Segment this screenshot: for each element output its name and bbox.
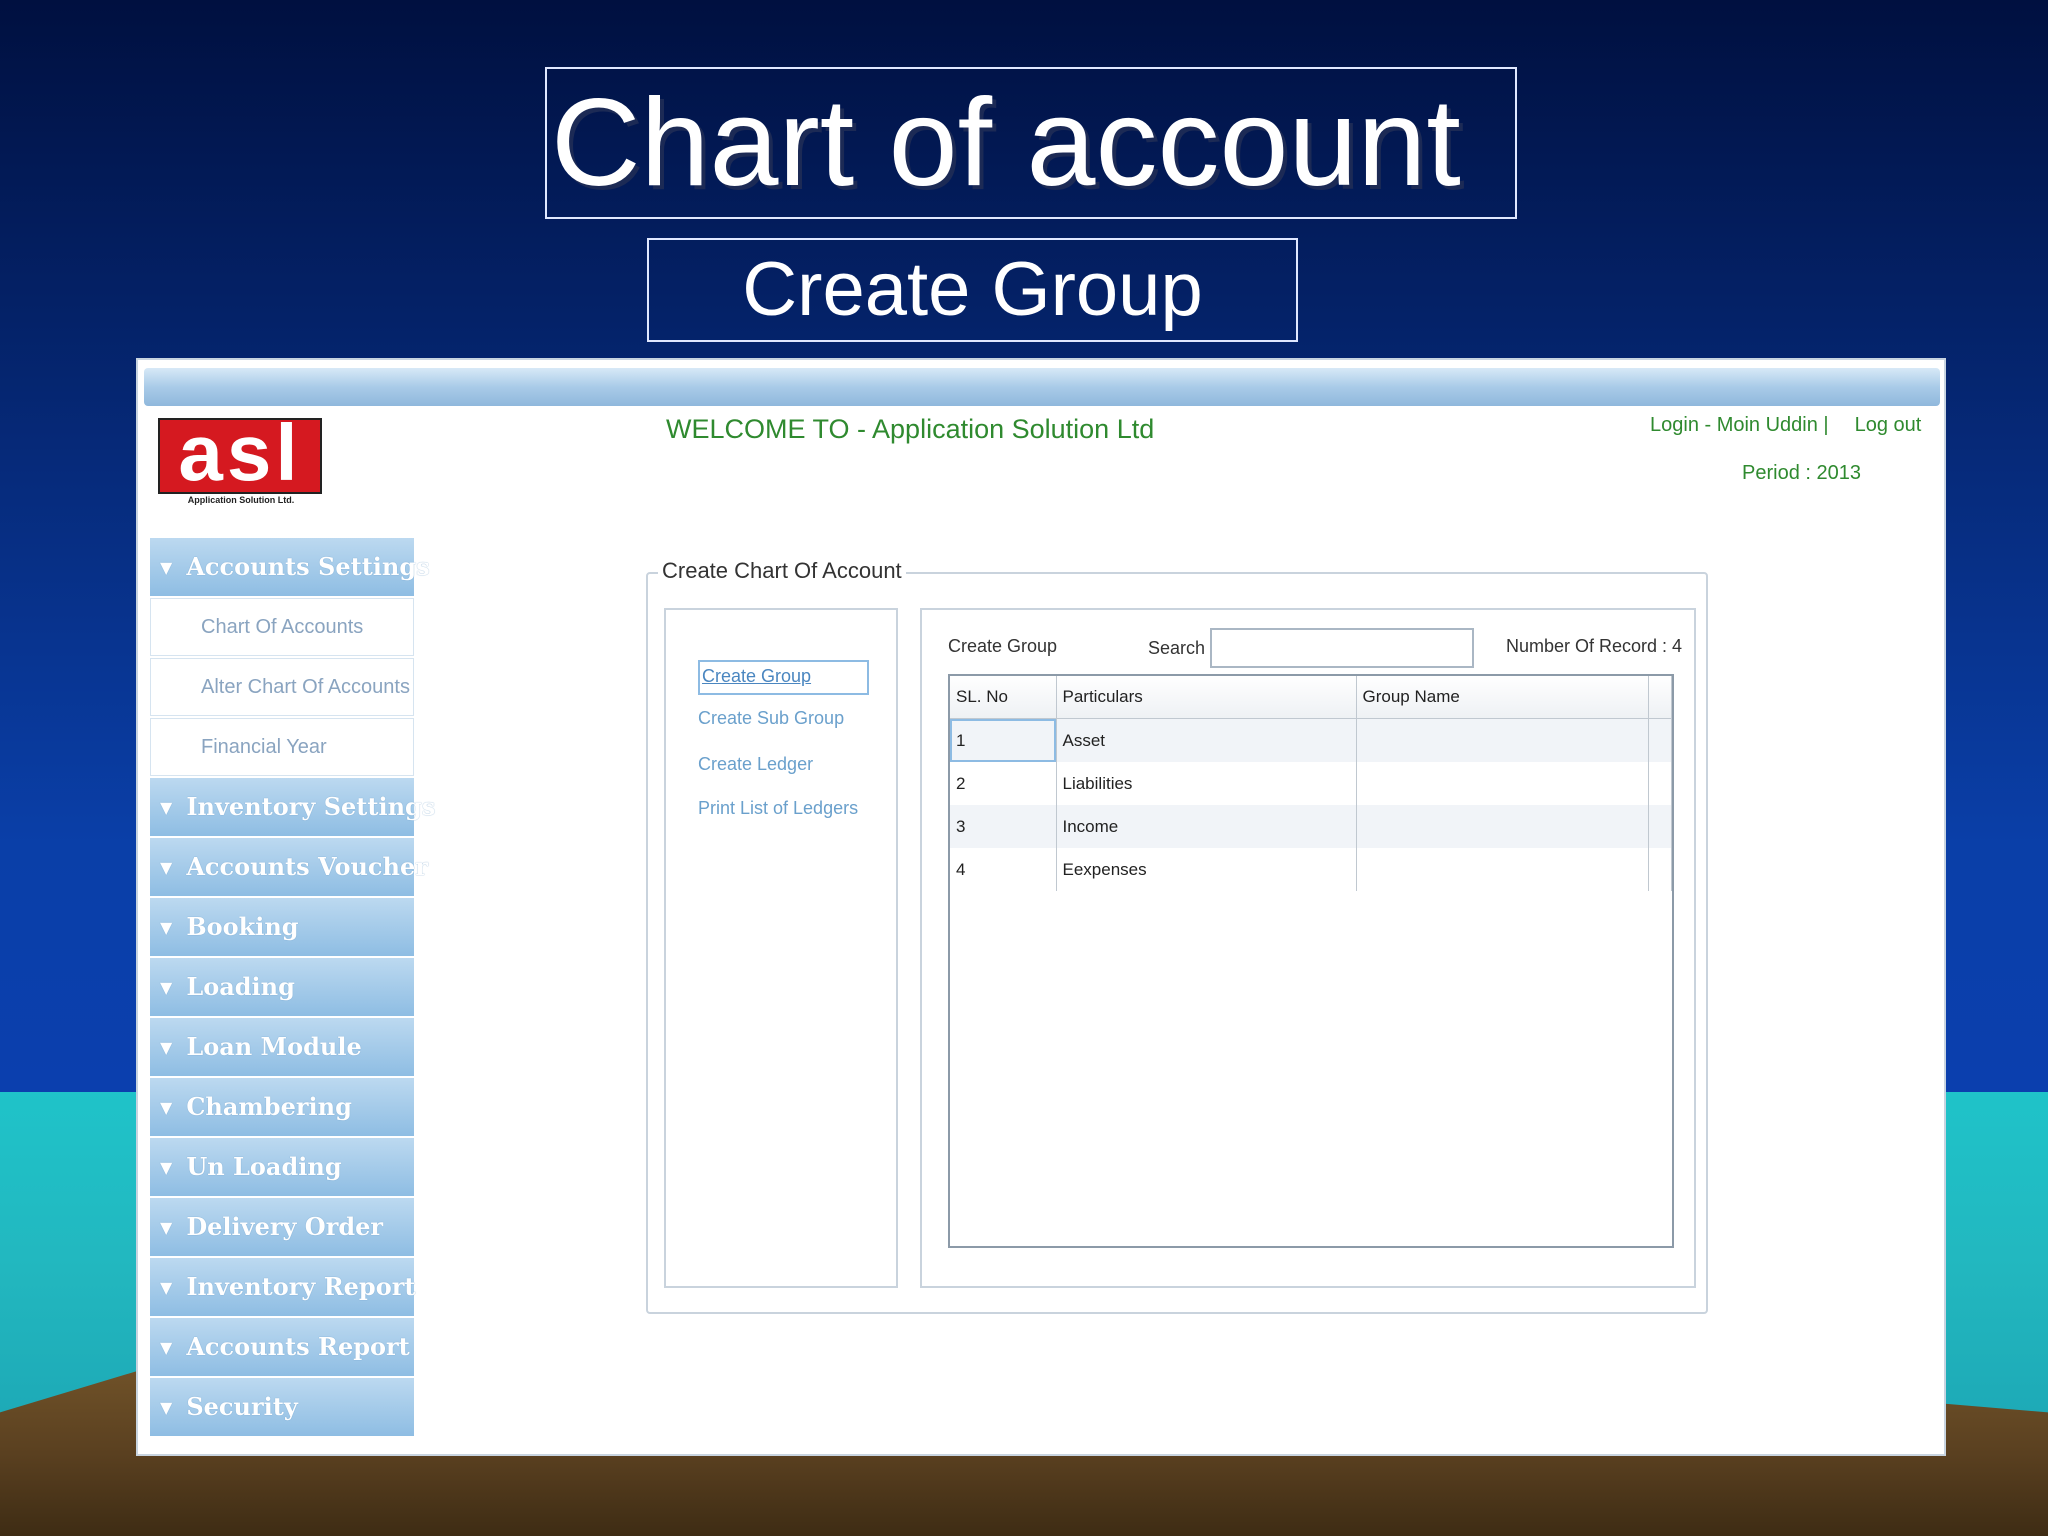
triangle-down-icon: ▼: [160, 798, 173, 817]
login-user: Login - Moin Uddin |: [1650, 414, 1829, 436]
fieldset-legend: Create Chart Of Account: [658, 558, 906, 584]
triangle-down-icon: ▼: [160, 558, 173, 577]
sidebar-section-label: Loan Module: [186, 1032, 362, 1061]
cell-sl-no[interactable]: 2: [950, 762, 1057, 805]
cell-group-name[interactable]: [1356, 762, 1649, 805]
column-header-particulars[interactable]: Particulars: [1056, 676, 1357, 719]
triangle-down-icon: ▼: [160, 1278, 173, 1297]
search-label: Search: [1148, 638, 1206, 658]
cell-sl-no[interactable]: 4: [950, 848, 1057, 891]
welcome-text: WELCOME TO - Application Solution Ltd: [666, 414, 1155, 444]
sidebar-section-label: Loading: [186, 972, 295, 1001]
sidebar-section-label: Inventory Report: [186, 1272, 416, 1301]
cell-blank: [1648, 805, 1672, 848]
cell-particulars[interactable]: Liabilities: [1056, 762, 1357, 805]
table-row[interactable]: 3 Income: [950, 805, 1672, 848]
sidebar-section-loading[interactable]: ▼ Loading: [150, 958, 414, 1016]
cell-group-name[interactable]: [1356, 805, 1649, 848]
cell-group-name[interactable]: [1356, 718, 1649, 762]
sidebar-section-label: Accounts Settings: [186, 552, 430, 581]
sidebar-section-label: Inventory Settings: [186, 792, 436, 821]
column-header-blank: [1648, 676, 1672, 719]
sidebar-section-delivery-order[interactable]: ▼ Delivery Order: [150, 1198, 414, 1256]
period-label: Period : 2013: [1742, 462, 1861, 484]
sidebar-section-inventory-report[interactable]: ▼ Inventory Report: [150, 1258, 416, 1316]
cell-blank: [1648, 848, 1672, 891]
sidebar-section-chambering[interactable]: ▼ Chambering: [150, 1078, 414, 1136]
sidebar-section-loan-module[interactable]: ▼ Loan Module: [150, 1018, 414, 1076]
cell-group-name[interactable]: [1356, 848, 1649, 891]
cell-particulars[interactable]: Eexpenses: [1056, 848, 1357, 891]
sidebar-section-label: Accounts Voucher: [186, 852, 428, 881]
create-chart-fieldset: Create Chart Of Account Create Group Cre…: [646, 558, 1708, 1314]
sidebar-section-inventory-settings[interactable]: ▼ Inventory Settings: [150, 778, 435, 836]
sidebar: ▼ Accounts Settings Chart Of Accounts Alt…: [150, 538, 435, 1438]
sidebar-item-chart-of-accounts[interactable]: Chart Of Accounts: [150, 598, 414, 656]
app-top-bar: [144, 368, 1940, 406]
logout-link[interactable]: Log out: [1855, 414, 1922, 436]
record-count: Number Of Record : 4: [1506, 636, 1683, 656]
sidebar-section-label: Chambering: [186, 1092, 352, 1121]
slide-title: Chart of account: [545, 67, 1517, 219]
triangle-down-icon: ▼: [160, 1158, 173, 1177]
sidebar-section-label: Security: [186, 1392, 298, 1421]
sidebar-section-booking[interactable]: ▼ Booking: [150, 898, 414, 956]
sidebar-section-label: Un Loading: [186, 1152, 342, 1181]
group-table: SL. No Particulars Group Name 1 Asset 2 …: [948, 674, 1674, 1248]
cell-blank: [1648, 762, 1672, 805]
link-create-sub-group[interactable]: Create Sub Group: [698, 708, 844, 729]
cell-blank: [1648, 718, 1672, 762]
triangle-down-icon: ▼: [160, 978, 173, 997]
cell-particulars[interactable]: Asset: [1056, 718, 1357, 762]
cell-sl-no[interactable]: 3: [950, 805, 1057, 848]
sidebar-section-un-loading[interactable]: ▼ Un Loading: [150, 1138, 414, 1196]
logo-mark: asl: [158, 413, 322, 494]
search-input[interactable]: [1210, 628, 1474, 668]
table-row[interactable]: 1 Asset: [950, 718, 1672, 762]
panel-title: Create Group: [948, 636, 1058, 656]
sidebar-item-financial-year[interactable]: Financial Year: [150, 718, 414, 776]
triangle-down-icon: ▼: [160, 918, 173, 937]
table-header-row: SL. No Particulars Group Name: [950, 676, 1672, 719]
table-row[interactable]: 2 Liabilities: [950, 762, 1672, 805]
sidebar-section-label: Booking: [186, 912, 299, 941]
column-header-group-name[interactable]: Group Name: [1356, 676, 1649, 719]
column-header-sl-no[interactable]: SL. No: [950, 676, 1057, 719]
triangle-down-icon: ▼: [160, 1038, 173, 1057]
sidebar-section-accounts-voucher[interactable]: ▼ Accounts Voucher: [150, 838, 428, 896]
sidebar-section-security[interactable]: ▼ Security: [150, 1378, 414, 1436]
table-row[interactable]: 4 Eexpenses: [950, 848, 1672, 891]
triangle-down-icon: ▼: [160, 1338, 173, 1357]
sidebar-section-accounts-settings[interactable]: ▼ Accounts Settings: [150, 538, 430, 596]
triangle-down-icon: ▼: [160, 1098, 173, 1117]
link-print-list-of-ledgers[interactable]: Print List of Ledgers: [698, 798, 858, 819]
group-list-panel: Create Group Search Number Of Record : 4…: [920, 608, 1696, 1288]
app-screenshot: asl Application Solution Ltd. WELCOME TO…: [136, 358, 1946, 1456]
company-logo: asl Application Solution Ltd.: [158, 413, 324, 506]
sidebar-section-label: Accounts Report: [186, 1332, 410, 1361]
group-links-panel: Create Group Create Sub Group Create Led…: [664, 608, 898, 1288]
sidebar-section-label: Delivery Order: [186, 1212, 384, 1241]
slide-subtitle: Create Group: [647, 238, 1298, 342]
link-create-group[interactable]: Create Group: [698, 660, 870, 695]
user-bar: Login - Moin Uddin | Log out: [1650, 414, 1944, 437]
link-create-ledger[interactable]: Create Ledger: [698, 754, 813, 775]
triangle-down-icon: ▼: [160, 858, 173, 877]
triangle-down-icon: ▼: [160, 1398, 173, 1417]
cell-sl-no[interactable]: 1: [950, 718, 1057, 762]
cell-particulars[interactable]: Income: [1056, 805, 1357, 848]
triangle-down-icon: ▼: [160, 1218, 173, 1237]
sidebar-section-accounts-report[interactable]: ▼ Accounts Report: [150, 1318, 414, 1376]
sidebar-item-alter-chart-of-accounts[interactable]: Alter Chart Of Accounts: [150, 658, 414, 716]
